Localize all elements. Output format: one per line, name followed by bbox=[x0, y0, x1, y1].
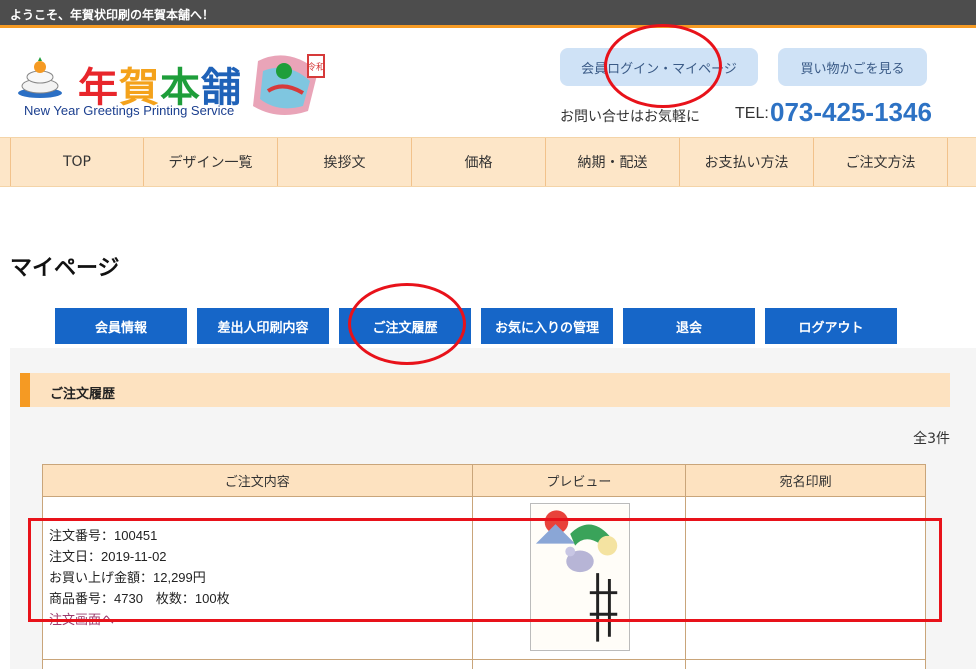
card-preview-image[interactable] bbox=[529, 503, 630, 651]
site-logo[interactable]: 年賀本舗 New Year Greetings Printing Service… bbox=[16, 51, 336, 123]
order-amount: お買い上げ金額：12,299円 bbox=[49, 570, 206, 585]
contact-info: お問い合せはお気軽に TEL: 073-425-1346 bbox=[560, 97, 970, 127]
view-cart-button[interactable]: 買い物かごを見る bbox=[778, 48, 927, 86]
nav-item-top[interactable]: TOP bbox=[10, 138, 144, 186]
tab-withdraw[interactable]: 退会 bbox=[623, 308, 755, 344]
order-screen-link[interactable]: 注文画面へ bbox=[49, 612, 114, 627]
section-header: ご注文履歴 bbox=[20, 373, 950, 407]
tab-order-history[interactable]: ご注文履歴 bbox=[339, 308, 471, 344]
svg-text:令和: 令和 bbox=[307, 61, 325, 73]
preview-cell bbox=[471, 496, 687, 660]
tab-favorites[interactable]: お気に入りの管理 bbox=[481, 308, 613, 344]
nav-item-payment[interactable]: お支払い方法 bbox=[680, 138, 814, 186]
table-row: 注文番号：100451 注文日：2019-11-02 お買い上げ金額：12,29… bbox=[42, 496, 926, 660]
tab-logout[interactable]: ログアウト bbox=[765, 308, 897, 344]
order-count: 全3件 bbox=[913, 431, 950, 447]
kimono-illustration-icon: 令和 bbox=[253, 54, 325, 115]
page-title: マイページ bbox=[10, 256, 120, 281]
order-date: 注文日：2019-11-02 bbox=[49, 549, 167, 564]
nav-item-price[interactable]: 価格 bbox=[412, 138, 546, 186]
table-row bbox=[42, 659, 926, 669]
header-preview: プレビュー bbox=[471, 464, 687, 497]
top-bar: ようこそ、年賀状印刷の年賀本舗へ！ bbox=[0, 0, 976, 28]
contact-label: お問い合せはお気軽に bbox=[560, 109, 700, 125]
order-number: 注文番号：100451 bbox=[49, 528, 158, 543]
header-address-print: 宛名印刷 bbox=[685, 464, 926, 497]
kagami-mochi-icon bbox=[18, 57, 62, 98]
mypage-tabs: 会員情報 差出人印刷内容 ご注文履歴 お気に入りの管理 退会 ログアウト bbox=[55, 308, 905, 344]
section-title: ご注文履歴 bbox=[50, 387, 116, 402]
welcome-text: ようこそ、年賀状印刷の年賀本舗へ！ bbox=[10, 8, 215, 22]
nav-item-how-to-order[interactable]: ご注文方法 bbox=[814, 138, 948, 186]
tel-prefix: TEL: bbox=[735, 105, 769, 122]
order-details-cell: 注文番号：100451 注文日：2019-11-02 お買い上げ金額：12,29… bbox=[42, 496, 473, 660]
table-header-row: ご注文内容 プレビュー 宛名印刷 bbox=[42, 464, 926, 497]
nav-item-delivery[interactable]: 納期・配送 bbox=[546, 138, 680, 186]
order-product: 商品番号：4730 枚数：100枚 bbox=[49, 591, 230, 606]
phone-number[interactable]: 073-425-1346 bbox=[770, 97, 932, 128]
tab-member-info[interactable]: 会員情報 bbox=[55, 308, 187, 344]
tab-sender-print[interactable]: 差出人印刷内容 bbox=[197, 308, 329, 344]
orders-table: ご注文内容 プレビュー 宛名印刷 注文番号：100451 注文日：2019-11… bbox=[42, 464, 926, 669]
site-header: 年賀本舗 New Year Greetings Printing Service… bbox=[0, 31, 976, 137]
nav-item-greetings[interactable]: 挨拶文 bbox=[278, 138, 412, 186]
logo-subtitle: New Year Greetings Printing Service bbox=[24, 103, 235, 118]
header-order-details: ご注文内容 bbox=[42, 464, 473, 497]
address-print-cell bbox=[685, 496, 926, 660]
main-nav: TOP デザイン一覧 挨拶文 価格 納期・配送 お支払い方法 ご注文方法 bbox=[0, 137, 976, 187]
login-mypage-button[interactable]: 会員ログイン・マイページ bbox=[560, 48, 758, 86]
order-history-panel: ご注文履歴 全3件 ご注文内容 プレビュー 宛名印刷 注文番号：100451 注… bbox=[10, 348, 976, 669]
nav-item-designs[interactable]: デザイン一覧 bbox=[144, 138, 278, 186]
